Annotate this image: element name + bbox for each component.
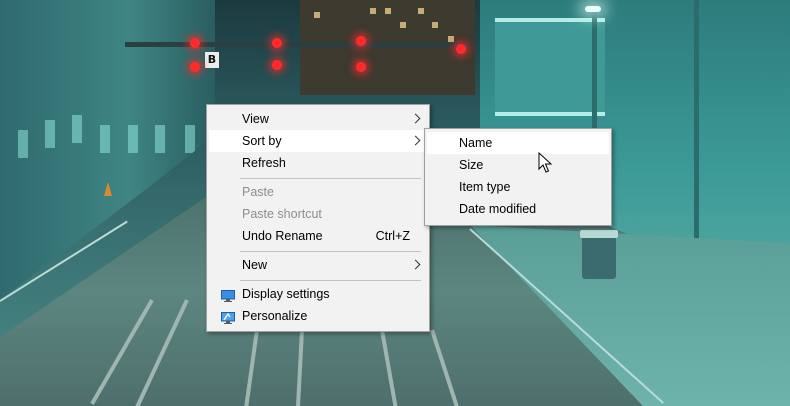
track-sign: B	[205, 52, 219, 68]
signal-light	[190, 62, 200, 72]
menu-item-label: Paste shortcut	[242, 207, 322, 221]
menu-item-label: New	[242, 258, 268, 272]
menu-item-label: Display settings	[242, 287, 330, 301]
desktop-context-menu: View Sort by Refresh Paste Paste shortcu…	[206, 104, 430, 332]
signal-light	[456, 44, 466, 54]
menu-separator	[240, 280, 421, 281]
sort-option-size[interactable]: Size	[427, 154, 609, 176]
chevron-right-icon	[410, 135, 421, 146]
sort-option-date-modified[interactable]: Date modified	[427, 198, 609, 220]
sort-option-item-type[interactable]: Item type	[427, 176, 609, 198]
signal-light	[272, 60, 282, 70]
menu-item-label: Refresh	[242, 156, 286, 170]
menu-item-label: Name	[459, 136, 493, 150]
menu-item-label: Paste	[242, 185, 274, 199]
menu-separator	[240, 178, 421, 179]
menu-item-new[interactable]: New	[209, 254, 427, 276]
signal-light	[356, 36, 366, 46]
trash-bin	[582, 233, 616, 279]
parking-garage	[495, 18, 605, 116]
sort-option-name[interactable]: Name	[427, 132, 609, 154]
menu-item-label: Size	[459, 158, 484, 172]
lamp-light	[585, 6, 601, 12]
chevron-right-icon	[410, 113, 421, 124]
menu-item-undo-rename[interactable]: Undo Rename Ctrl+Z	[209, 225, 427, 247]
signal-light	[356, 62, 366, 72]
menu-item-label: Personalize	[242, 309, 308, 323]
menu-item-paste-shortcut[interactable]: Paste shortcut	[209, 203, 427, 225]
menu-item-shortcut: Ctrl+Z	[375, 229, 410, 243]
menu-item-display-settings[interactable]: Display settings	[209, 283, 427, 305]
menu-item-label: View	[242, 112, 269, 126]
mouse-pointer-icon	[538, 152, 552, 173]
menu-separator	[240, 251, 421, 252]
personalize-icon	[221, 309, 235, 324]
menu-item-label: Item type	[459, 180, 511, 194]
signal-light	[272, 38, 282, 48]
display-settings-icon	[221, 287, 235, 302]
background-city	[300, 0, 475, 95]
signal-gantry	[125, 42, 470, 47]
menu-item-refresh[interactable]: Refresh	[209, 152, 427, 174]
lamp-post	[592, 10, 597, 130]
menu-item-sort-by[interactable]: Sort by	[209, 130, 427, 152]
menu-item-label: Sort by	[242, 134, 282, 148]
chevron-right-icon	[410, 259, 421, 270]
sort-by-submenu: Name Size Item type Date modified	[424, 128, 612, 226]
signal-light	[190, 38, 200, 48]
menu-item-personalize[interactable]: Personalize	[209, 305, 427, 327]
menu-item-view[interactable]: View	[209, 108, 427, 130]
menu-item-label: Undo Rename	[242, 229, 323, 243]
menu-item-paste[interactable]: Paste	[209, 181, 427, 203]
menu-item-label: Date modified	[459, 202, 537, 216]
